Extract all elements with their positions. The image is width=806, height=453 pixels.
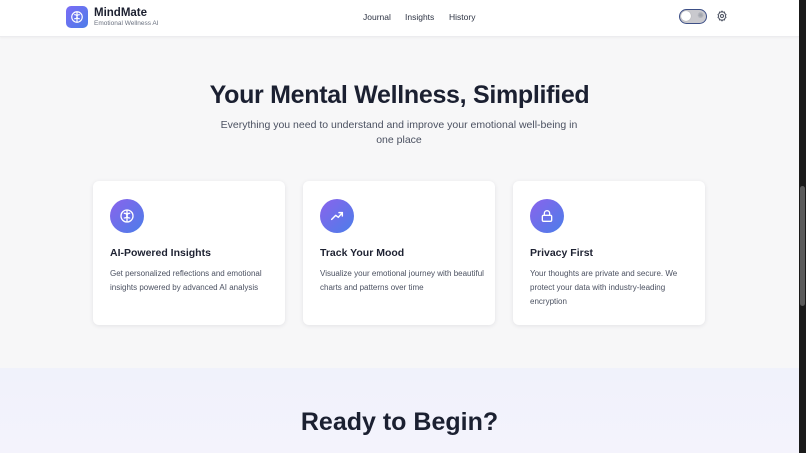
brain-icon	[71, 11, 83, 23]
feature-description: Your thoughts are private and secure. We…	[530, 269, 678, 306]
scrollbar-thumb[interactable]	[800, 186, 805, 306]
cta-section: Ready to Begin?	[0, 368, 799, 453]
lock-icon	[541, 210, 553, 222]
page: MindMate Emotional Wellness AI Journal I…	[0, 0, 799, 453]
gear-icon[interactable]	[716, 10, 728, 22]
feature-icon-badge	[320, 199, 354, 233]
vertical-scrollbar[interactable]	[799, 0, 806, 453]
feature-title: Track Your Mood	[320, 247, 405, 259]
feature-title: AI-Powered Insights	[110, 247, 211, 259]
hero-title: Your Mental Wellness, Simplified	[209, 81, 590, 109]
brand-tagline: Emotional Wellness AI	[94, 20, 159, 27]
feature-card-ai-insights: AI-Powered Insights Get personalized ref…	[93, 181, 285, 325]
theme-toggle[interactable]: ✺	[679, 9, 707, 24]
feature-title: Privacy First	[530, 247, 594, 259]
nav-link-history[interactable]: History	[449, 12, 475, 22]
toggle-knob	[681, 11, 691, 21]
feature-icon-badge	[530, 199, 564, 233]
feature-description: Visualize your emotional journey with be…	[320, 269, 484, 292]
feature-card-track-mood: Track Your Mood Visualize your emotional…	[303, 181, 495, 325]
brand-name: MindMate	[94, 7, 148, 19]
top-nav-bar: MindMate Emotional Wellness AI Journal I…	[0, 0, 799, 37]
feature-icon-badge	[110, 199, 144, 233]
feature-card-privacy: Privacy First Your thoughts are private …	[513, 181, 705, 325]
logo[interactable]	[66, 6, 88, 28]
trend-up-icon	[330, 211, 344, 221]
hero-subtitle: Everything you need to understand and im…	[220, 119, 578, 146]
nav-link-journal[interactable]: Journal	[363, 12, 391, 22]
feature-description: Get personalized reflections and emotion…	[110, 269, 262, 292]
nav-link-insights[interactable]: Insights	[405, 12, 434, 22]
cta-title: Ready to Begin?	[300, 408, 499, 436]
sun-icon: ✺	[697, 11, 704, 20]
brain-icon	[120, 209, 134, 223]
